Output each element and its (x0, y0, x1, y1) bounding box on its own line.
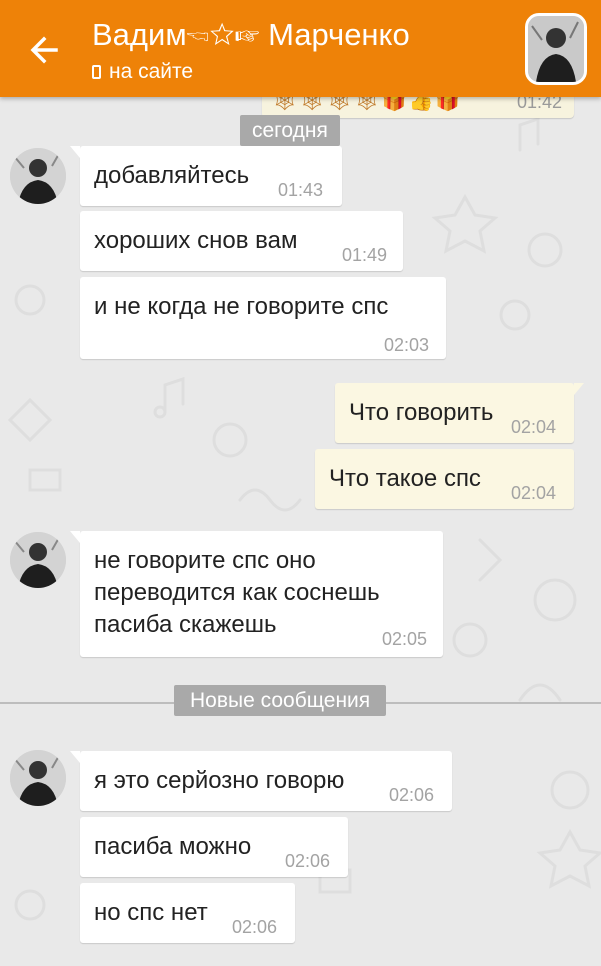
message-time: 02:06 (285, 851, 331, 871)
message-text: Что такое спс (329, 465, 481, 492)
date-divider: сегодня (240, 115, 340, 146)
message-text: хороших снов вам (94, 227, 298, 254)
message-time: 02:06 (232, 917, 278, 937)
message-text: но спс нет (94, 899, 208, 926)
chat-header: Вадим🖘☆☞ Марченко на сайте (0, 0, 601, 97)
bubble-tail (574, 383, 584, 395)
message-bubble[interactable]: но спс нет 02:06 (80, 883, 295, 943)
online-status-label: на сайте (109, 60, 194, 83)
online-status: на сайте (92, 60, 193, 84)
new-messages-divider: Новые сообщения (174, 685, 387, 716)
message-text: Что говорить (349, 399, 494, 426)
outgoing-message-bubble[interactable]: Что такое спс 02:04 (315, 449, 574, 509)
avatar-photo (10, 148, 66, 204)
avatar-photo (528, 16, 584, 82)
sender-avatar[interactable] (10, 750, 66, 806)
arrow-left-icon (30, 36, 58, 64)
message-time: 02:04 (511, 483, 557, 503)
message-text-line: переводится как соснешь (94, 579, 380, 606)
message-time: 02:04 (511, 417, 557, 437)
message-text: пасиба можно (94, 833, 252, 860)
message-text: я это серйозно говорю (94, 767, 345, 794)
message-bubble[interactable]: не говорите спс оно переводится как сосн… (70, 531, 443, 657)
bubble-tail (70, 146, 80, 158)
message-bubble[interactable]: хороших снов вам 01:49 (80, 211, 403, 271)
message-text-line: пасиба скажешь (94, 611, 277, 638)
message-text: добавляйтесь (94, 162, 250, 189)
message-text: и не когда не говорите спс (94, 293, 389, 320)
avatar-photo (10, 750, 66, 806)
message-time: 02:05 (382, 629, 428, 649)
message-time: 01:43 (278, 180, 324, 200)
contact-name[interactable]: Вадим🖘☆☞ Марченко (92, 17, 410, 54)
phone-icon (92, 65, 101, 79)
bubble-tail (70, 751, 80, 763)
back-button[interactable] (26, 30, 66, 70)
message-bubble[interactable]: и не когда не говорите спс 02:03 (80, 277, 446, 359)
bubble-tail (70, 531, 80, 543)
message-text-line: не говорите спс оно (94, 547, 316, 574)
avatar-photo (10, 532, 66, 588)
message-bubble[interactable]: добавляйтесь 01:43 (70, 146, 342, 206)
message-bubble[interactable]: я это серйозно говорю 02:06 (70, 751, 452, 811)
message-time: 02:06 (389, 785, 435, 805)
sender-avatar[interactable] (10, 532, 66, 588)
message-bubble[interactable]: пасиба можно 02:06 (80, 817, 348, 877)
contact-avatar[interactable] (525, 13, 587, 85)
message-time: 02:03 (384, 335, 430, 355)
sender-avatar[interactable] (10, 148, 66, 204)
outgoing-message-bubble[interactable]: Что говорить 02:04 (335, 383, 584, 443)
message-time: 01:49 (342, 245, 388, 265)
